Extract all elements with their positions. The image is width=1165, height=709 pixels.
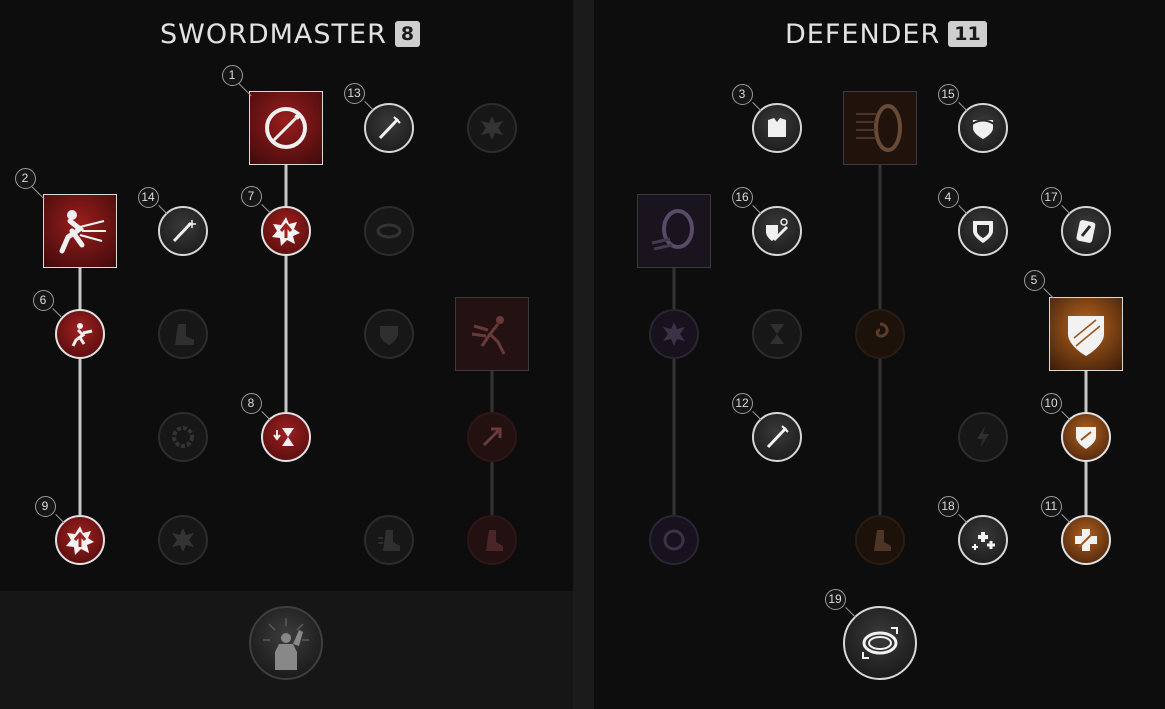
order-badge: 7 — [240, 185, 262, 207]
boot-icon — [874, 530, 891, 551]
purple-buff-icon — [663, 322, 685, 346]
tree-divider — [573, 0, 594, 709]
whirling-blade-skill[interactable] — [249, 91, 323, 165]
order-badge: 11 — [1040, 495, 1062, 517]
orange-boot-skill[interactable] — [855, 515, 905, 565]
purple-buff-skill[interactable] — [649, 309, 699, 359]
fist-raise-icon — [263, 618, 309, 670]
heal-cross-icon — [1075, 529, 1097, 551]
gear-icon — [172, 426, 194, 448]
vortex-skill[interactable] — [855, 309, 905, 359]
swordmaster-points-badge: 8 — [394, 21, 421, 47]
sunburst-skill[interactable] — [158, 515, 208, 565]
slash-skill[interactable] — [364, 103, 414, 153]
defender-title: DEFENDER 11 — [785, 14, 987, 54]
buff-skill[interactable] — [261, 206, 311, 256]
order-badge: 5 — [1023, 269, 1045, 291]
deflect-skill[interactable] — [364, 309, 414, 359]
hourglass-icon — [273, 428, 294, 446]
swordmaster-ultimate-skill[interactable] — [249, 606, 323, 680]
sword-strike-icon — [766, 425, 789, 449]
order-badge: 10 — [1040, 392, 1062, 414]
upgrade-skill[interactable] — [55, 309, 105, 359]
order-badge: 15 — [937, 83, 959, 105]
boot-speed-skill[interactable] — [364, 515, 414, 565]
purple-spin-icon — [663, 529, 685, 551]
sword-icon — [172, 220, 196, 243]
slash-icon — [378, 116, 401, 140]
purple-spin-skill[interactable] — [649, 515, 699, 565]
charging-rush-icon — [471, 316, 506, 355]
leaping-strike-icon — [59, 210, 106, 254]
defender-title-label: DEFENDER — [785, 18, 941, 50]
shield-rush-icon — [651, 209, 694, 251]
order-badge: 14 — [137, 186, 159, 208]
shield-bash-skill[interactable] — [843, 91, 917, 165]
buff-icon — [272, 217, 300, 246]
order-badge: 16 — [731, 186, 753, 208]
burst-skill[interactable] — [467, 103, 517, 153]
running-strike-icon — [71, 323, 93, 347]
gear-skill[interactable] — [158, 412, 208, 462]
sunburst-icon — [172, 528, 194, 552]
health-plus-icon — [972, 532, 995, 550]
fortify-skill[interactable] — [1049, 297, 1123, 371]
boot-skill[interactable] — [158, 309, 208, 359]
vortex-icon — [875, 322, 889, 338]
charging-rush-skill[interactable] — [455, 297, 529, 371]
whirling-blade-icon — [265, 107, 307, 149]
aoe-icon — [376, 223, 402, 239]
armor-icon — [768, 118, 786, 137]
guard-icon — [1076, 220, 1096, 243]
swordmaster-connector-col1 — [78, 267, 82, 515]
deflect-icon — [380, 326, 398, 345]
order-badge: 3 — [731, 83, 753, 105]
order-badge: 4 — [937, 186, 959, 208]
shield-rush-skill[interactable] — [637, 194, 711, 268]
swordmaster-title: SWORDMASTER 8 — [160, 14, 421, 54]
haste-skill[interactable] — [467, 515, 517, 565]
deflect-icon — [970, 119, 996, 139]
fortify-shield-icon — [1068, 316, 1104, 356]
arrow-up-right-icon — [482, 427, 502, 447]
order-badge: 18 — [937, 495, 959, 517]
defender-points-badge: 11 — [948, 21, 987, 47]
hourglass-skill[interactable] — [752, 309, 802, 359]
crit-icon — [66, 526, 94, 555]
defiant-stance-icon — [862, 627, 898, 659]
order-badge: 2 — [14, 167, 36, 189]
order-badge: 17 — [1040, 186, 1062, 208]
order-badge: 19 — [824, 588, 846, 610]
order-badge: 12 — [731, 392, 753, 414]
shield-bash-icon — [856, 104, 902, 152]
swordmaster-connector-col3 — [284, 164, 288, 412]
aoe-skill[interactable] — [364, 206, 414, 256]
shield-buff-icon — [1076, 427, 1096, 449]
burst-icon — [481, 116, 503, 140]
frost-shield-icon — [766, 218, 789, 242]
leaping-strike-skill[interactable] — [43, 194, 117, 268]
boot-speed-icon — [378, 530, 400, 551]
hourglass-icon — [770, 324, 784, 344]
order-badge: 1 — [221, 64, 243, 86]
order-badge: 6 — [32, 289, 54, 311]
shield-icon — [973, 221, 993, 243]
order-badge: 9 — [34, 495, 56, 517]
order-badge: 13 — [343, 82, 365, 104]
swordmaster-title-label: SWORDMASTER — [160, 18, 387, 50]
haste-icon — [486, 530, 503, 551]
boot-icon — [175, 324, 194, 345]
lightning-icon — [977, 426, 989, 448]
defender-connector-col1 — [672, 267, 676, 515]
attack-speed-skill[interactable] — [467, 412, 517, 462]
order-badge: 8 — [240, 392, 262, 414]
lightning-skill[interactable] — [958, 412, 1008, 462]
